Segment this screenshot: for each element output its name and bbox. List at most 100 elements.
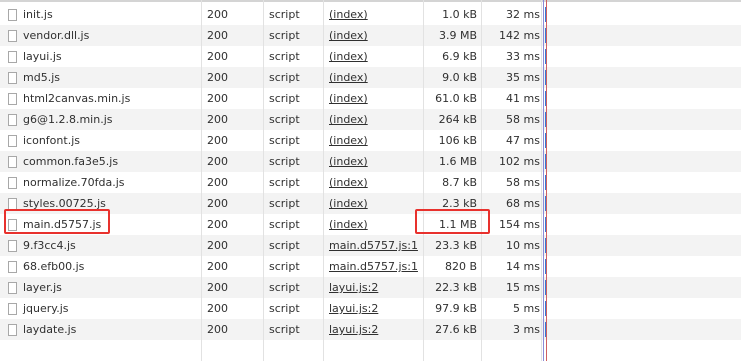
request-name[interactable]: layui.js bbox=[23, 50, 62, 63]
request-initiator-link[interactable]: layui.js:2 bbox=[329, 323, 378, 336]
table-row[interactable]: layer.js 200 script layui.js:2 22.3 kB 15 ms bbox=[0, 277, 741, 298]
file-icon bbox=[8, 324, 17, 336]
request-type: script bbox=[269, 8, 300, 21]
request-name-cell[interactable]: normalize.70fda.js bbox=[8, 172, 198, 193]
request-name[interactable]: common.fa3e5.js bbox=[23, 155, 118, 168]
request-size: 9.0 kB bbox=[442, 71, 477, 84]
table-row[interactable]: vendor.dll.js 200 script (index) 3.9 MB 142 m… bbox=[0, 25, 741, 46]
request-size: 8.7 kB bbox=[442, 176, 477, 189]
request-name[interactable]: md5.js bbox=[23, 71, 60, 84]
request-type: script bbox=[269, 260, 300, 273]
request-size: 1.0 kB bbox=[442, 8, 477, 21]
request-name[interactable]: iconfont.js bbox=[23, 134, 80, 147]
request-initiator-cell: layui.js:2 bbox=[329, 298, 421, 319]
table-row[interactable]: laydate.js 200 script layui.js:2 27.6 kB 3 ms bbox=[0, 319, 741, 340]
request-status: 200 bbox=[207, 239, 228, 252]
request-type: script bbox=[269, 92, 300, 105]
request-name-cell[interactable]: vendor.dll.js bbox=[8, 25, 198, 46]
request-status: 200 bbox=[207, 176, 228, 189]
request-name-cell[interactable]: jquery.js bbox=[8, 298, 198, 319]
table-row[interactable]: jquery.js 200 script layui.js:2 97.9 kB 5 ms bbox=[0, 298, 741, 319]
request-initiator-link[interactable]: main.d5757.js:1 bbox=[329, 239, 418, 252]
request-name[interactable]: g6@1.2.8.min.js bbox=[23, 113, 113, 126]
request-name[interactable]: normalize.70fda.js bbox=[23, 176, 125, 189]
table-row[interactable]: iconfont.js 200 script (index) 106 kB 47 ms bbox=[0, 130, 741, 151]
file-icon bbox=[8, 135, 17, 147]
table-row[interactable]: main.d5757.js 200 script (index) 1.1 MB 154 m… bbox=[0, 214, 741, 235]
request-initiator-link[interactable]: (index) bbox=[329, 197, 368, 210]
request-initiator-link[interactable]: (index) bbox=[329, 155, 368, 168]
table-row[interactable]: html2canvas.min.js 200 script (index) 61.0 k… bbox=[0, 88, 741, 109]
column-divider bbox=[263, 0, 264, 361]
column-divider bbox=[201, 0, 202, 361]
request-initiator-link[interactable]: (index) bbox=[329, 92, 368, 105]
request-initiator-cell: (index) bbox=[329, 109, 421, 130]
request-initiator-link[interactable]: (index) bbox=[329, 134, 368, 147]
request-status: 200 bbox=[207, 50, 228, 63]
request-time: 32 ms bbox=[506, 8, 540, 21]
request-name-cell[interactable]: html2canvas.min.js bbox=[8, 88, 198, 109]
table-row[interactable]: layui.js 200 script (index) 6.9 kB 33 ms bbox=[0, 46, 741, 67]
request-type: script bbox=[269, 29, 300, 42]
request-name-cell[interactable]: md5.js bbox=[8, 67, 198, 88]
request-time: 68 ms bbox=[506, 197, 540, 210]
request-name[interactable]: vendor.dll.js bbox=[23, 29, 89, 42]
request-time: 5 ms bbox=[513, 302, 540, 315]
request-initiator-link[interactable]: main.d5757.js:1 bbox=[329, 260, 418, 273]
request-status: 200 bbox=[207, 134, 228, 147]
request-name[interactable]: init.js bbox=[23, 8, 53, 21]
request-name-cell[interactable]: 68.efb00.js bbox=[8, 256, 198, 277]
request-initiator-link[interactable]: layui.js:2 bbox=[329, 302, 378, 315]
request-name-cell[interactable]: g6@1.2.8.min.js bbox=[8, 109, 198, 130]
request-time: 154 ms bbox=[499, 218, 540, 231]
request-status: 200 bbox=[207, 92, 228, 105]
request-name[interactable]: layer.js bbox=[23, 281, 62, 294]
request-name[interactable]: laydate.js bbox=[23, 323, 76, 336]
table-row[interactable]: normalize.70fda.js 200 script (index) 8.7 kB… bbox=[0, 172, 741, 193]
table-row[interactable]: styles.00725.js 200 script (index) 2.3 kB 68 … bbox=[0, 193, 741, 214]
request-type: script bbox=[269, 281, 300, 294]
request-name[interactable]: html2canvas.min.js bbox=[23, 92, 130, 105]
request-initiator-cell: (index) bbox=[329, 193, 421, 214]
request-name[interactable]: 9.f3cc4.js bbox=[23, 239, 76, 252]
request-size: 264 kB bbox=[438, 113, 477, 126]
request-initiator-cell: main.d5757.js:1 bbox=[329, 256, 421, 277]
request-initiator-link[interactable]: (index) bbox=[329, 71, 368, 84]
request-name-cell[interactable]: common.fa3e5.js bbox=[8, 151, 198, 172]
request-initiator-link[interactable]: (index) bbox=[329, 176, 368, 189]
file-icon bbox=[8, 177, 17, 189]
request-initiator-link[interactable]: layui.js:2 bbox=[329, 281, 378, 294]
request-type: script bbox=[269, 218, 300, 231]
request-name[interactable]: 68.efb00.js bbox=[23, 260, 84, 273]
request-initiator-link[interactable]: (index) bbox=[329, 29, 368, 42]
request-time: 102 ms bbox=[499, 155, 540, 168]
table-row[interactable]: g6@1.2.8.min.js 200 script (index) 264 kB 58 … bbox=[0, 109, 741, 130]
request-name-cell[interactable]: 9.f3cc4.js bbox=[8, 235, 198, 256]
table-row[interactable]: init.js 200 script (index) 1.0 kB 32 ms bbox=[0, 4, 741, 25]
request-name-cell[interactable]: iconfont.js bbox=[8, 130, 198, 151]
request-initiator-link[interactable]: (index) bbox=[329, 50, 368, 63]
request-status: 200 bbox=[207, 113, 228, 126]
request-status: 200 bbox=[207, 302, 228, 315]
file-icon bbox=[8, 240, 17, 252]
request-type: script bbox=[269, 239, 300, 252]
request-initiator-link[interactable]: (index) bbox=[329, 218, 368, 231]
request-name-cell[interactable]: laydate.js bbox=[8, 319, 198, 340]
request-name-cell[interactable]: layui.js bbox=[8, 46, 198, 67]
request-status: 200 bbox=[207, 260, 228, 273]
request-initiator-cell: (index) bbox=[329, 130, 421, 151]
request-initiator-link[interactable]: (index) bbox=[329, 113, 368, 126]
request-type: script bbox=[269, 197, 300, 210]
request-name[interactable]: jquery.js bbox=[23, 302, 69, 315]
request-type: script bbox=[269, 155, 300, 168]
table-row[interactable]: 9.f3cc4.js 200 script main.d5757.js:1 23.3 k… bbox=[0, 235, 741, 256]
request-initiator-cell: (index) bbox=[329, 214, 421, 235]
request-name-cell[interactable]: layer.js bbox=[8, 277, 198, 298]
request-size: 61.0 kB bbox=[435, 92, 477, 105]
table-row[interactable]: common.fa3e5.js 200 script (index) 1.6 MB 102… bbox=[0, 151, 741, 172]
request-initiator-link[interactable]: (index) bbox=[329, 8, 368, 21]
request-name-cell[interactable]: init.js bbox=[8, 4, 198, 25]
table-row[interactable]: md5.js 200 script (index) 9.0 kB 35 ms bbox=[0, 67, 741, 88]
table-row[interactable]: 68.efb00.js 200 script main.d5757.js:1 820 B… bbox=[0, 256, 741, 277]
file-icon bbox=[8, 51, 17, 63]
